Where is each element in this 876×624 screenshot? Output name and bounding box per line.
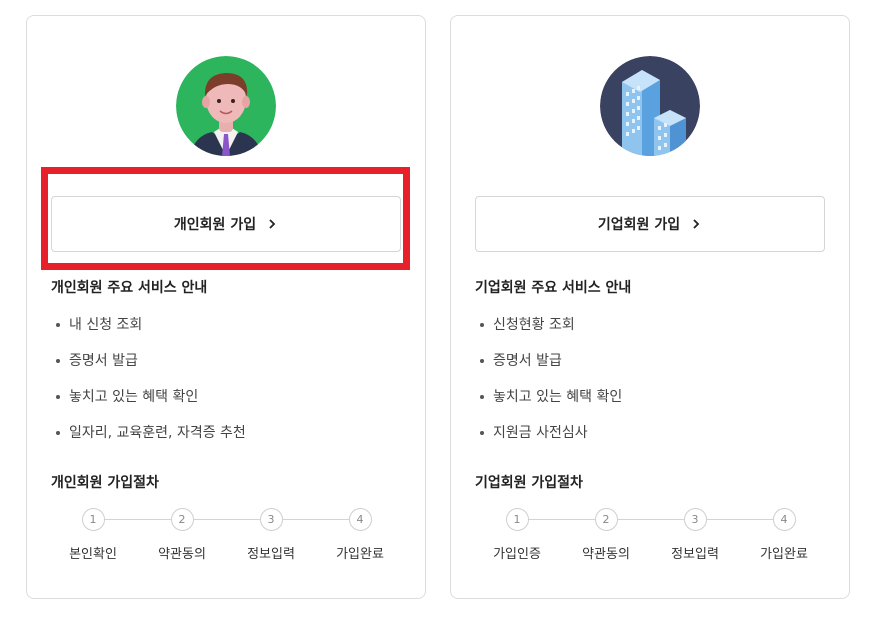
building-icon	[600, 56, 700, 156]
step-number: 2	[594, 508, 618, 531]
bullet-icon	[56, 395, 60, 399]
corporate-member-card: 기업회원 가입 기업회원 주요 서비스 안내 신청현황 조회 증명서 발급 놓치…	[450, 15, 850, 599]
step-label: 본인확인	[69, 547, 117, 562]
service-label: 증명서 발급	[69, 353, 138, 369]
step-3: 3 정보입력	[655, 508, 735, 562]
step-label: 약관동의	[582, 547, 630, 562]
step-label: 가입완료	[760, 547, 808, 562]
personal-service-title: 개인회원 주요 서비스 안내	[51, 280, 208, 296]
service-label: 내 신청 조회	[69, 317, 143, 333]
bullet-icon	[480, 395, 484, 399]
personal-join-label: 개인회원 가입	[173, 217, 257, 233]
service-label: 신청현황 조회	[493, 317, 575, 333]
personal-join-button[interactable]: 개인회원 가입	[51, 196, 401, 252]
step-label: 가입인증	[493, 547, 541, 562]
corporate-join-button[interactable]: 기업회원 가입	[475, 196, 825, 252]
bullet-icon	[56, 359, 60, 363]
step-label: 가입완료	[336, 547, 384, 562]
step-label: 정보입력	[247, 547, 295, 562]
step-3: 3 정보입력	[231, 508, 311, 562]
step-2: 2 약관동의	[142, 508, 222, 562]
bullet-icon	[480, 359, 484, 363]
step-1: 1 가입인증	[477, 508, 557, 562]
corporate-service-list: 신청현황 조회 증명서 발급 놓치고 있는 혜택 확인 지원금 사전심사	[475, 316, 622, 460]
personal-signup-steps: 1 본인확인 2 약관동의 3 정보입력 4 가입완료	[27, 508, 427, 568]
person-avatar-icon	[176, 56, 276, 156]
step-label: 정보입력	[671, 547, 719, 562]
bullet-icon	[56, 431, 60, 435]
step-number: 4	[348, 508, 372, 531]
step-4: 4 가입완료	[744, 508, 824, 562]
corporate-signup-steps: 1 가입인증 2 약관동의 3 정보입력 4 가입완료	[451, 508, 851, 568]
step-number: 1	[505, 508, 529, 531]
corporate-service-title: 기업회원 주요 서비스 안내	[475, 280, 632, 296]
list-item: 내 신청 조회	[51, 316, 246, 352]
bullet-icon	[56, 323, 60, 327]
step-number: 3	[683, 508, 707, 531]
chevron-right-icon	[269, 219, 276, 229]
bullet-icon	[480, 323, 484, 327]
service-label: 지원금 사전심사	[493, 425, 588, 441]
step-number: 1	[81, 508, 105, 531]
list-item: 신청현황 조회	[475, 316, 622, 352]
list-item: 놓치고 있는 혜택 확인	[475, 388, 622, 424]
chevron-right-icon	[693, 219, 700, 229]
list-item: 일자리, 교육훈련, 자격증 추천	[51, 424, 246, 460]
list-item: 증명서 발급	[51, 352, 246, 388]
step-number: 3	[259, 508, 283, 531]
personal-process-title: 개인회원 가입절차	[51, 475, 159, 491]
step-2: 2 약관동의	[566, 508, 646, 562]
list-item: 놓치고 있는 혜택 확인	[51, 388, 246, 424]
personal-member-card: 개인회원 가입 개인회원 주요 서비스 안내 내 신청 조회 증명서 발급 놓치…	[26, 15, 426, 599]
bullet-icon	[480, 431, 484, 435]
step-number: 4	[772, 508, 796, 531]
step-label: 약관동의	[158, 547, 206, 562]
service-label: 놓치고 있는 혜택 확인	[493, 389, 623, 405]
list-item: 지원금 사전심사	[475, 424, 622, 460]
list-item: 증명서 발급	[475, 352, 622, 388]
service-label: 일자리, 교육훈련, 자격증 추천	[69, 425, 246, 441]
service-label: 증명서 발급	[493, 353, 562, 369]
step-4: 4 가입완료	[320, 508, 400, 562]
personal-service-list: 내 신청 조회 증명서 발급 놓치고 있는 혜택 확인 일자리, 교육훈련, 자…	[51, 316, 246, 460]
corporate-process-title: 기업회원 가입절차	[475, 475, 583, 491]
step-number: 2	[170, 508, 194, 531]
corporate-join-label: 기업회원 가입	[597, 217, 681, 233]
service-label: 놓치고 있는 혜택 확인	[69, 389, 199, 405]
step-1: 1 본인확인	[53, 508, 133, 562]
